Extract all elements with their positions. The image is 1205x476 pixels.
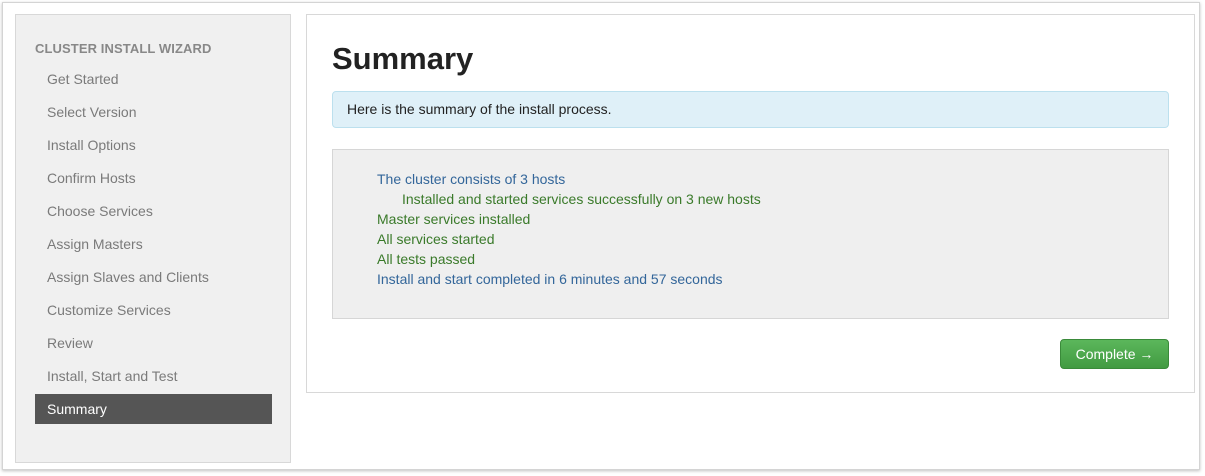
nav-item-assign-slaves-clients[interactable]: Assign Slaves and Clients — [35, 262, 272, 295]
summary-line-master-services: Master services installed — [377, 211, 531, 227]
nav-item-choose-services[interactable]: Choose Services — [35, 196, 272, 229]
nav-item-review[interactable]: Review — [35, 328, 272, 361]
summary-box: The cluster consists of 3 hosts Installe… — [332, 149, 1169, 319]
sidebar-title: CLUSTER INSTALL WIZARD — [35, 41, 212, 56]
summary-line-install-duration: Install and start completed in 6 minutes… — [377, 271, 723, 287]
summary-line-tests-passed: All tests passed — [377, 251, 476, 267]
nav-item-select-version[interactable]: Select Version — [35, 97, 272, 130]
summary-line-cluster-hosts: The cluster consists of 3 hosts — [377, 171, 566, 187]
nav-item-assign-masters[interactable]: Assign Masters — [35, 229, 272, 262]
wizard-sidebar: CLUSTER INSTALL WIZARD Get Started Selec… — [15, 14, 291, 463]
summary-line-services-started: All services started — [377, 231, 495, 247]
nav-item-summary[interactable]: Summary — [35, 394, 272, 424]
nav-item-customize-services[interactable]: Customize Services — [35, 295, 272, 328]
nav-item-confirm-hosts[interactable]: Confirm Hosts — [35, 163, 272, 196]
nav-item-install-options[interactable]: Install Options — [35, 130, 272, 163]
info-alert: Here is the summary of the install proce… — [332, 91, 1169, 128]
complete-button[interactable]: Complete → — [1060, 339, 1169, 369]
page-title: Summary — [332, 41, 474, 76]
nav-item-get-started[interactable]: Get Started — [35, 64, 272, 97]
wizard-frame: CLUSTER INSTALL WIZARD Get Started Selec… — [2, 2, 1200, 470]
summary-line-services-installed-hosts: Installed and started services successfu… — [402, 191, 761, 207]
main-panel: Summary Here is the summary of the insta… — [306, 14, 1195, 393]
nav-item-install-start-test[interactable]: Install, Start and Test — [35, 361, 272, 394]
wizard-steps-nav: Get Started Select Version Install Optio… — [35, 64, 272, 424]
